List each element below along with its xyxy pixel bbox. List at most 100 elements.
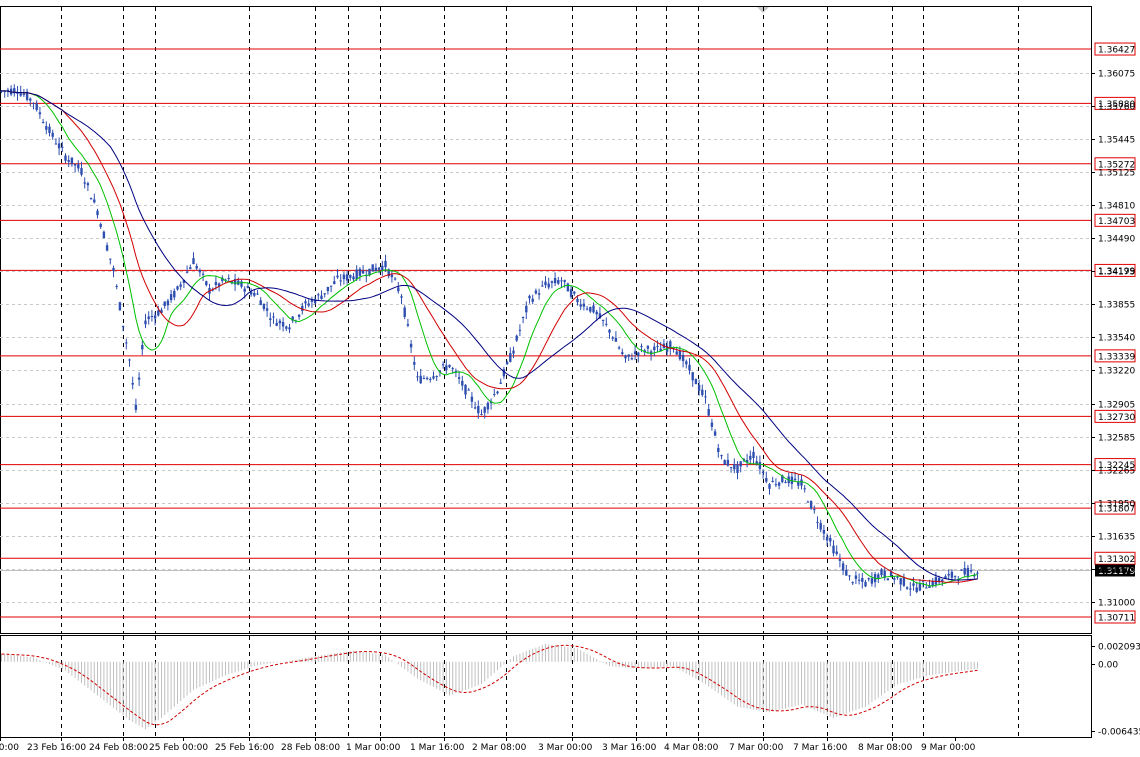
candle-body: [413, 362, 416, 365]
time-tick-label: 2 Mar 08:00: [472, 743, 527, 753]
candle-body: [406, 324, 410, 326]
candle-body: [153, 315, 157, 319]
candle-body: [861, 578, 864, 582]
candle-body: [576, 298, 579, 303]
time-axis: 00:00 23 Feb 16:0024 Feb 08:0025 Feb 00:0…: [0, 737, 976, 753]
candle-body: [733, 464, 736, 470]
candle-body: [464, 384, 467, 395]
candle-body: [339, 280, 342, 282]
candle-body: [93, 199, 96, 203]
candle-body: [589, 306, 592, 312]
candle-body: [838, 559, 842, 561]
candle-body: [70, 157, 74, 165]
candle-body: [813, 509, 816, 511]
candle-body: [601, 319, 605, 321]
candle-body: [630, 358, 634, 360]
candle-body: [323, 293, 326, 295]
candle-body: [867, 578, 870, 580]
candle-body: [707, 409, 710, 416]
candle-body: [675, 351, 678, 355]
candle-body: [896, 576, 899, 578]
price-tick-label: 1.33220: [1098, 367, 1135, 377]
candle-body: [416, 376, 419, 378]
chart-svg[interactable]: 1.364271.358801.352721.347031.341991.333…: [0, 0, 1140, 757]
candle-body: [96, 210, 99, 216]
candle-body: [854, 575, 858, 579]
candle-body: [176, 286, 179, 290]
candle-body: [928, 586, 931, 588]
candle-body: [582, 303, 586, 307]
candle-body: [857, 579, 861, 581]
candle-body: [739, 461, 742, 467]
candle-body: [931, 581, 934, 586]
candle-body: [521, 317, 525, 319]
candle-body: [595, 311, 598, 315]
candle-body: [960, 569, 963, 571]
price-tick-label: 1.31635: [1098, 533, 1135, 543]
candle-body: [275, 322, 278, 326]
candle-body: [253, 292, 256, 296]
candle-body: [269, 318, 272, 320]
candle-body: [102, 231, 106, 239]
candle-body: [841, 563, 845, 571]
price-tick-label: 1.32265: [1098, 467, 1135, 477]
level-label: 1.32730: [1098, 413, 1135, 423]
candle-body: [467, 389, 470, 391]
candle-body: [342, 274, 346, 280]
candle-body: [470, 396, 474, 402]
candle-body: [89, 198, 93, 200]
candle-body: [617, 347, 621, 349]
candle-body: [925, 587, 928, 589]
candle-body: [358, 268, 362, 276]
candle-body: [646, 346, 650, 349]
candle-body: [86, 183, 90, 186]
candle-body: [534, 290, 538, 294]
level-label: 1.34703: [1098, 217, 1135, 227]
time-tick-label: 7 Mar 00:00: [729, 743, 784, 753]
candle-body: [259, 300, 262, 306]
oscillator-tick-label: -0.006435: [1098, 728, 1140, 738]
price-tick-label: 1.31000: [1098, 599, 1135, 609]
candle-body: [173, 290, 176, 298]
level-label: 1.31302: [1098, 555, 1135, 565]
candle-body: [963, 567, 966, 575]
candle-body: [563, 279, 566, 282]
candle-body: [941, 579, 944, 582]
candle-body: [163, 301, 166, 306]
main-plot-frame: [0, 6, 1092, 634]
candle-body: [720, 455, 723, 457]
candle-body: [685, 361, 688, 365]
time-tick-label: 3 Mar 16:00: [602, 743, 657, 753]
candle-body: [297, 314, 301, 317]
candle-body: [83, 182, 86, 184]
candle-body: [694, 379, 698, 385]
candle-body: [726, 459, 730, 466]
candle-body: [445, 365, 448, 371]
candle-body: [518, 329, 522, 331]
trading-chart: 1.36427 1.35880 1.35272 1.34703 1.34199 1.333…: [0, 0, 1140, 757]
candle-body: [752, 451, 755, 459]
candle-body: [477, 405, 480, 414]
candle-body: [179, 284, 182, 287]
candle-body: [537, 293, 541, 295]
candle-body: [656, 345, 659, 347]
candle-body: [893, 578, 896, 580]
candle-body: [710, 422, 714, 427]
candle-body: [953, 576, 957, 578]
candle-body: [777, 482, 781, 486]
candle-body: [912, 583, 915, 586]
price-tick-label: 1.35445: [1098, 136, 1135, 146]
candle-body: [822, 529, 826, 534]
level-label: 1.33339: [1098, 352, 1135, 362]
candle-body: [195, 265, 198, 269]
time-tick-label: 4 Mar 08:00: [664, 743, 719, 753]
candle-body: [137, 377, 141, 380]
candle-body: [22, 93, 26, 96]
candle-body: [947, 574, 950, 576]
candle-body: [45, 126, 48, 130]
candle-body: [51, 132, 54, 137]
candle-body: [192, 258, 195, 265]
candle-body: [134, 404, 138, 410]
candle-body: [349, 274, 352, 278]
candle-body: [317, 294, 320, 296]
